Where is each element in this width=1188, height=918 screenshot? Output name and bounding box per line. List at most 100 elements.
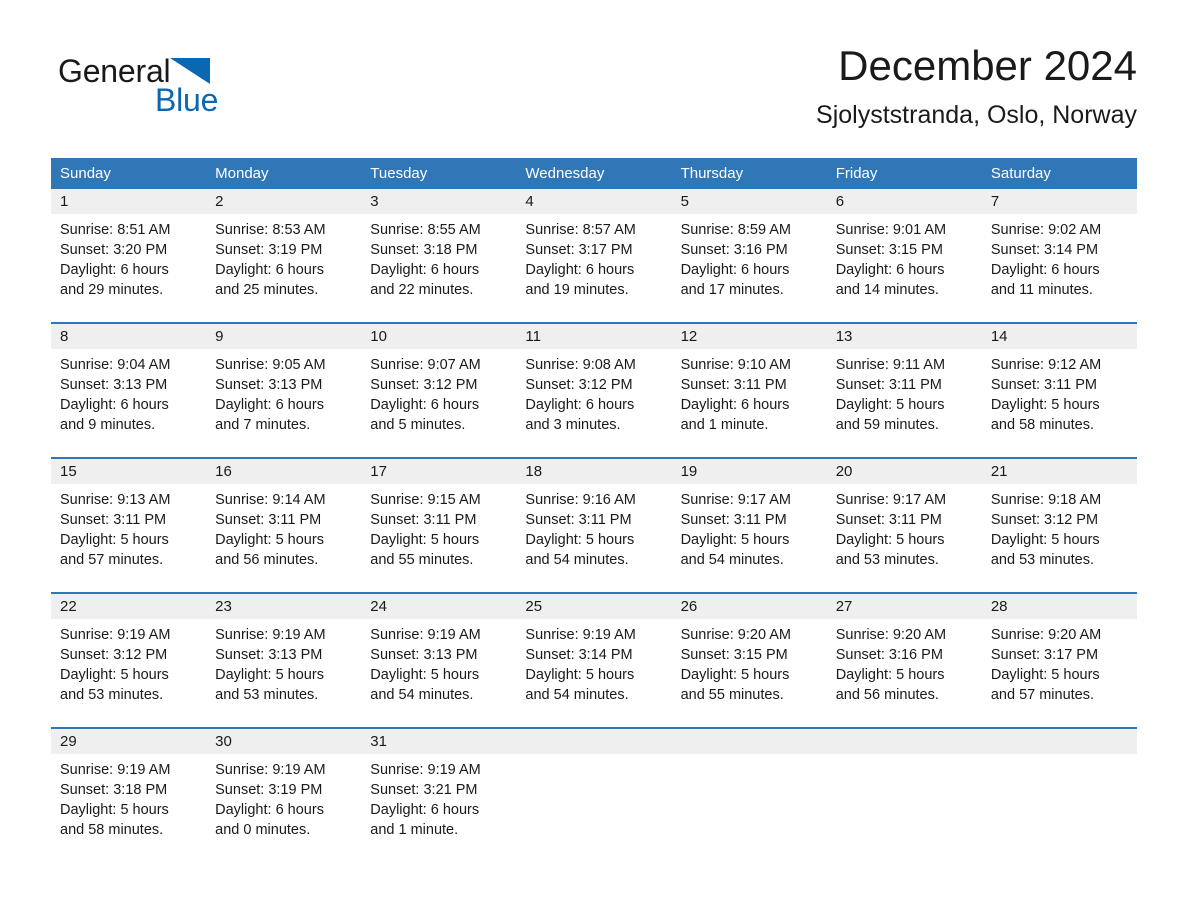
day-cell[interactable]: 22 Sunrise: 9:19 AM Sunset: 3:12 PM Dayligh… [51,594,207,727]
day-cell[interactable]: 7 Sunrise: 9:02 AM Sunset: 3:14 PM Daylight… [981,189,1137,322]
daylight-text-line1: Daylight: 6 hours [215,262,324,278]
day-details: Sunrise: 9:08 AM Sunset: 3:12 PM Daylight:… [516,349,671,435]
sunrise-text: Sunrise: 9:11 AM [835,357,946,373]
day-cell[interactable]: 1 Sunrise: 8:51 AM Sunset: 3:20 PM Daylight… [51,189,207,322]
title-block: December 2024 Sjolyststranda, Oslo, Norw… [816,40,1137,130]
day-cell[interactable]: 6 Sunrise: 9:01 AM Sunset: 3:15 PM Daylight… [826,189,982,322]
weekday-header-monday: Monday [215,165,269,182]
day-cell[interactable]: 18 Sunrise: 9:16 AM Sunset: 3:11 PM Dayligh… [516,459,672,592]
day-number: 21 [981,459,1137,484]
day-cell[interactable]: 9 Sunrise: 9:05 AM Sunset: 3:13 PM Daylight… [206,324,362,457]
sunrise-text: Sunrise: 9:20 AM [990,627,1102,643]
calendar-page: General Blue December 2024 Sjolyststrand… [0,0,1188,918]
day-cell[interactable]: 20 Sunrise: 9:17 AM Sunset: 3:11 PM Dayligh… [826,459,982,592]
day-cell[interactable]: 15 Sunrise: 9:13 AM Sunset: 3:11 PM Dayligh… [51,459,207,592]
day-cell-empty [671,729,827,853]
day-cell[interactable]: 5 Sunrise: 8:59 AM Sunset: 3:16 PM Daylight… [671,189,827,322]
day-details: Sunrise: 9:19 AM Sunset: 3:19 PM Daylight:… [206,754,361,840]
day-cell[interactable]: 10 Sunrise: 9:07 AM Sunset: 3:12 PM Dayligh… [361,324,517,457]
day-details: Sunrise: 8:57 AM Sunset: 3:17 PM Daylight:… [516,214,671,300]
day-details: Sunrise: 9:17 AM Sunset: 3:11 PM Daylight:… [672,484,827,570]
sunrise-text: Sunrise: 9:19 AM [60,627,171,643]
daylight-text-line1: Daylight: 6 hours [525,397,635,413]
day-number: 9 [206,324,362,349]
sunset-text: Sunset: 3:13 PM [215,377,323,393]
sunrise-text: Sunrise: 9:12 AM [990,357,1102,373]
day-number [516,729,672,754]
sunrise-text: Sunrise: 8:51 AM [60,222,171,238]
day-number: 20 [826,459,982,484]
daylight-text-line1: Daylight: 5 hours [370,532,480,548]
daylight-text-line1: Daylight: 5 hours [60,532,169,548]
day-cell[interactable]: 2 Sunrise: 8:53 AM Sunset: 3:19 PM Daylight… [206,189,362,322]
day-number: 7 [981,189,1137,214]
day-number: 22 [51,594,207,619]
day-cell[interactable]: 21 Sunrise: 9:18 AM Sunset: 3:12 PM Dayligh… [981,459,1137,592]
sunrise-text: Sunrise: 9:05 AM [215,357,326,373]
day-cell[interactable]: 17 Sunrise: 9:15 AM Sunset: 3:11 PM Dayligh… [361,459,517,592]
calendar-table: Sunday Monday Tuesday Wednesday Thursday… [51,158,1137,853]
sunrise-text: Sunrise: 9:19 AM [60,762,171,778]
day-cell[interactable]: 3 Sunrise: 8:55 AM Sunset: 3:18 PM Daylight… [361,189,517,322]
day-cell[interactable]: 13 Sunrise: 9:11 AM Sunset: 3:11 PM Dayligh… [826,324,982,457]
sunrise-text: Sunrise: 9:20 AM [835,627,947,643]
day-details: Sunrise: 9:20 AM Sunset: 3:15 PM Daylight:… [672,619,827,705]
daylight-text-line1: Daylight: 5 hours [680,667,790,683]
daylight-text-line2: and 1 minute. [370,822,459,838]
day-details: Sunrise: 9:18 AM Sunset: 3:12 PM Daylight:… [982,484,1137,570]
week-row: 22 Sunrise: 9:19 AM Sunset: 3:12 PM Dayligh… [51,592,1137,727]
day-number: 27 [826,594,982,619]
daylight-text-line2: and 55 minutes. [370,552,474,568]
day-cell[interactable]: 23 Sunrise: 9:19 AM Sunset: 3:13 PM Dayligh… [206,594,362,727]
daylight-text-line2: and 57 minutes. [60,552,164,568]
day-cell[interactable]: 27 Sunrise: 9:20 AM Sunset: 3:16 PM Dayligh… [826,594,982,727]
day-cell[interactable]: 24 Sunrise: 9:19 AM Sunset: 3:13 PM Dayligh… [361,594,517,727]
daylight-text-line1: Daylight: 6 hours [990,262,1100,278]
daylight-text-line1: Daylight: 6 hours [370,262,480,278]
sunrise-text: Sunrise: 9:07 AM [370,357,481,373]
day-cell[interactable]: 31 Sunrise: 9:19 AM Sunset: 3:21 PM Dayligh… [361,729,517,853]
general-blue-logo: General Blue [58,53,278,133]
day-cell[interactable]: 14 Sunrise: 9:12 AM Sunset: 3:11 PM Dayligh… [981,324,1137,457]
day-cell-empty [516,729,672,853]
day-cell-empty [981,729,1137,853]
day-details: Sunrise: 9:19 AM Sunset: 3:18 PM Daylight:… [51,754,206,840]
day-cell[interactable]: 8 Sunrise: 9:04 AM Sunset: 3:13 PM Daylight… [51,324,207,457]
sunset-text: Sunset: 3:14 PM [525,647,633,663]
sunset-text: Sunset: 3:20 PM [60,242,168,258]
sunset-text: Sunset: 3:11 PM [835,512,942,528]
daylight-text-line1: Daylight: 5 hours [990,667,1100,683]
day-cell[interactable]: 4 Sunrise: 8:57 AM Sunset: 3:17 PM Daylight… [516,189,672,322]
sunrise-text: Sunrise: 9:04 AM [60,357,171,373]
day-cell[interactable]: 12 Sunrise: 9:10 AM Sunset: 3:11 PM Dayligh… [671,324,827,457]
sunrise-text: Sunrise: 9:08 AM [525,357,636,373]
day-number: 26 [671,594,827,619]
daylight-text-line2: and 55 minutes. [680,687,784,703]
day-cell[interactable]: 16 Sunrise: 9:14 AM Sunset: 3:11 PM Dayligh… [206,459,362,592]
sunrise-text: Sunrise: 9:16 AM [525,492,636,508]
day-cell[interactable]: 26 Sunrise: 9:20 AM Sunset: 3:15 PM Dayligh… [671,594,827,727]
daylight-text-line1: Daylight: 6 hours [60,262,169,278]
daylight-text-line1: Daylight: 6 hours [680,262,790,278]
day-cell[interactable]: 29 Sunrise: 9:19 AM Sunset: 3:18 PM Dayligh… [51,729,207,853]
day-cell[interactable]: 25 Sunrise: 9:19 AM Sunset: 3:14 PM Dayligh… [516,594,672,727]
sunset-text: Sunset: 3:18 PM [60,782,168,798]
sunset-text: Sunset: 3:13 PM [215,647,323,663]
day-details [672,754,827,760]
day-cell[interactable]: 30 Sunrise: 9:19 AM Sunset: 3:19 PM Dayligh… [206,729,362,853]
day-details: Sunrise: 9:17 AM Sunset: 3:11 PM Daylight:… [827,484,982,570]
day-details: Sunrise: 9:12 AM Sunset: 3:11 PM Daylight:… [982,349,1137,435]
day-number: 16 [206,459,362,484]
weekday-header-thursday: Thursday [680,165,744,182]
sunset-text: Sunset: 3:12 PM [60,647,168,663]
day-cell[interactable]: 28 Sunrise: 9:20 AM Sunset: 3:17 PM Dayligh… [981,594,1137,727]
daylight-text-line1: Daylight: 6 hours [370,802,480,818]
weekday-header-wednesday: Wednesday [525,165,605,182]
day-cell[interactable]: 19 Sunrise: 9:17 AM Sunset: 3:11 PM Dayligh… [671,459,827,592]
sunset-text: Sunset: 3:14 PM [990,242,1099,258]
daylight-text-line2: and 54 minutes. [525,687,629,703]
day-number: 23 [206,594,362,619]
daylight-text-line2: and 7 minutes. [215,417,311,433]
day-cell[interactable]: 11 Sunrise: 9:08 AM Sunset: 3:12 PM Dayligh… [516,324,672,457]
sunrise-text: Sunrise: 8:57 AM [525,222,636,238]
